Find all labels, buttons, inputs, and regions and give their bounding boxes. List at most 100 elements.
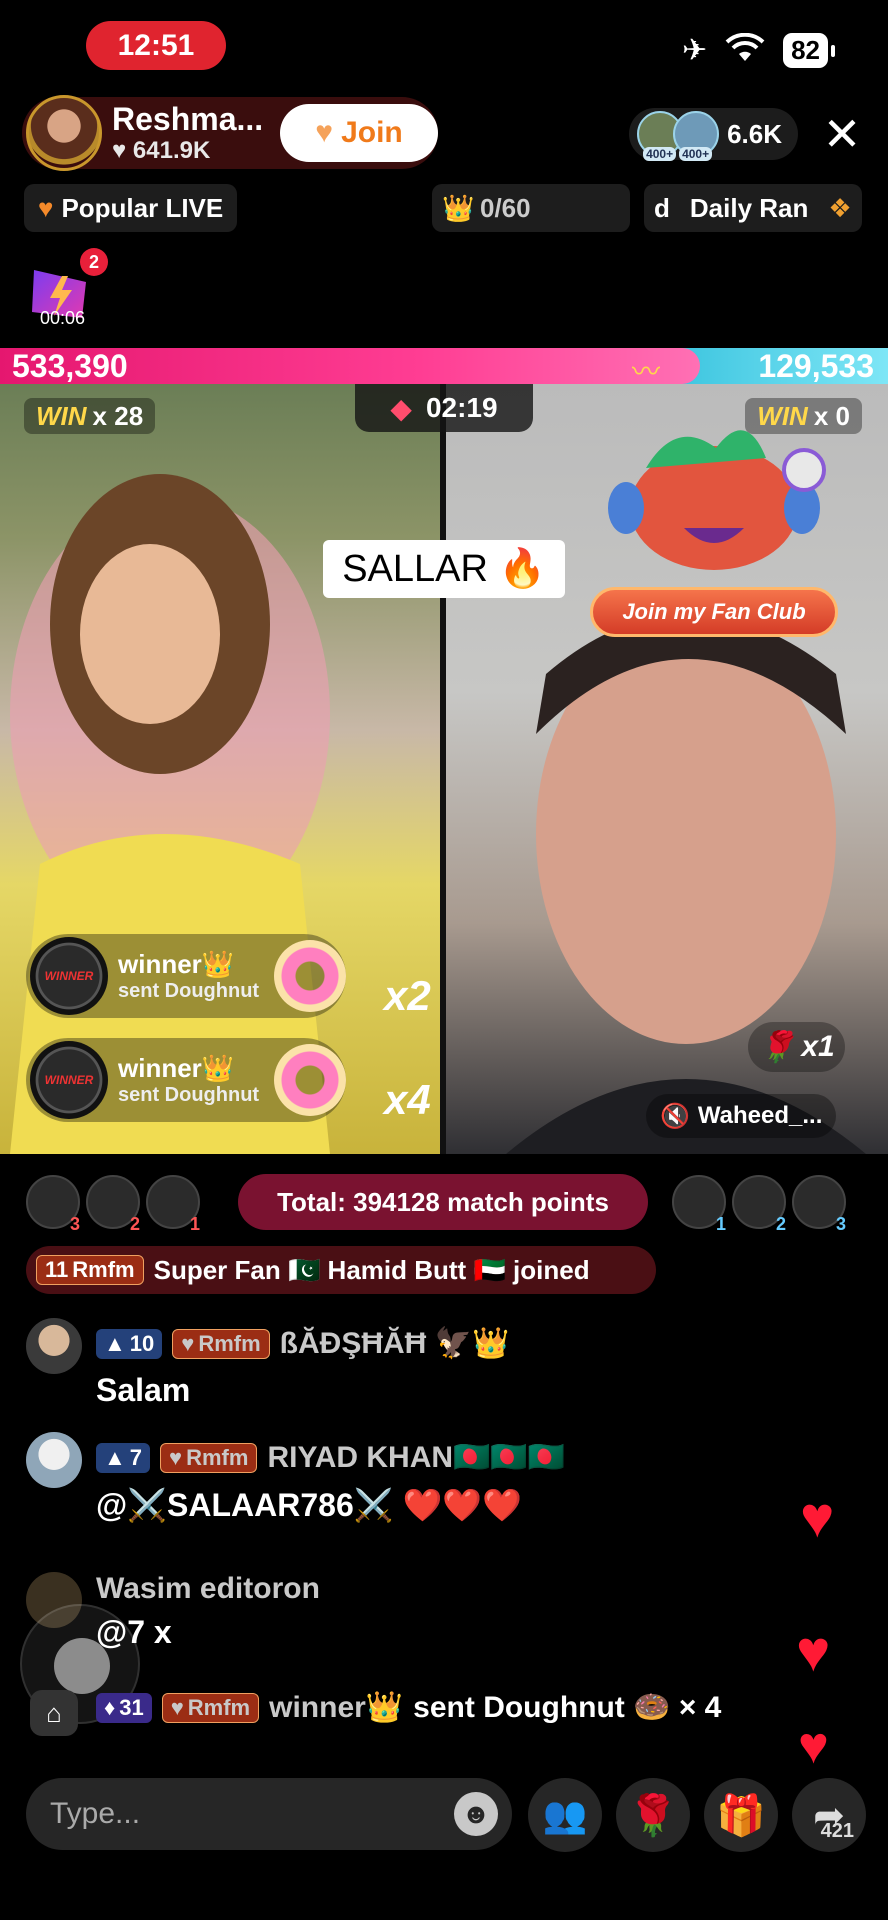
join-fan-club-button[interactable]: Join my Fan Club: [590, 587, 838, 637]
doughnut-icon: [274, 940, 346, 1012]
right-top-supporters: 1 2 3: [672, 1175, 846, 1234]
heart-plus-icon: ♥: [315, 116, 334, 149]
rank-number: 3: [835, 1214, 846, 1234]
supporter-avatar[interactable]: 2: [86, 1175, 140, 1234]
join-button[interactable]: ♥ Join: [280, 104, 438, 162]
level-number: 31: [119, 1694, 144, 1720]
fan-tag: Rmfm: [187, 1694, 251, 1720]
rank-number: 2: [775, 1214, 786, 1234]
chat-message[interactable]: ▲ 7 ♥ Rmfm RIYAD KHAN🇧🇩🇧🇩🇧🇩 @⚔️SALAAR786⚔️…: [26, 1432, 806, 1532]
status-time: 12:51: [86, 21, 226, 70]
gift-button[interactable]: 🎁: [704, 1778, 778, 1852]
fan-club-mascot-icon[interactable]: [596, 408, 832, 578]
gifter-avatar[interactable]: WINNER: [30, 1041, 108, 1119]
fan-badge: 11 Rmfm: [36, 1255, 144, 1285]
fan-badge: ♥ Rmfm: [172, 1328, 270, 1359]
level-badge: ▲ 7: [96, 1442, 151, 1473]
level-badge: ♦ 31: [96, 1692, 152, 1723]
viewer-badge: 400+: [679, 147, 713, 161]
gifter-avatar[interactable]: WINNER: [30, 937, 108, 1015]
join-label: Join: [341, 116, 403, 149]
rank-box[interactable]: 👑 0/60: [432, 184, 630, 232]
left-win-count: x 28: [92, 400, 144, 431]
gifter-name: winner👑: [118, 1053, 235, 1083]
heart-icon: ♥: [181, 1330, 195, 1356]
trophy-icon: ❖: [828, 192, 852, 223]
rank-number: 1: [715, 1214, 726, 1234]
floating-heart-icon: ♥: [800, 1485, 835, 1550]
supporter-avatar[interactable]: 3: [792, 1175, 846, 1234]
comment-input[interactable]: Type... ☻: [26, 1778, 512, 1850]
heart-icon: ♥: [170, 1694, 184, 1720]
gifter-name: winner👑: [118, 949, 235, 979]
viewers-list[interactable]: 400+ 400+ 6.6K: [629, 108, 798, 161]
host-avatar[interactable]: [26, 95, 102, 171]
chat-text: @⚔️SALAAR786⚔️ ❤️❤️❤️: [96, 1487, 523, 1523]
chat-text: sent Doughnut 🍩 × 4: [413, 1691, 722, 1724]
supporter-avatar[interactable]: 1: [672, 1175, 726, 1234]
rose-gift-counter: 🌹 x1: [748, 1022, 845, 1072]
host-bar[interactable]: Reshma... ♥ 641.9K ♥ Join: [22, 95, 438, 171]
streamer-label: SALLAR 🔥: [323, 540, 565, 598]
opponent-name-tag[interactable]: 🔇 Waheed_...: [646, 1094, 837, 1138]
host-name: Reshma...: [112, 101, 264, 137]
supporter-avatar[interactable]: 3: [26, 1175, 80, 1234]
battery-icon: 82: [783, 33, 835, 68]
triangle-icon: ▲: [104, 1330, 126, 1356]
battle-timer-value: 02:19: [425, 392, 498, 423]
gift-box-icon[interactable]: ⌂: [30, 1690, 78, 1736]
super-fan-joined-banner: 11 Rmfm Super Fan 🇵🇰 Hamid Butt 🇦🇪 joine…: [26, 1246, 656, 1294]
chat-avatar[interactable]: [26, 1432, 82, 1488]
multi-guest-button[interactable]: 👥: [528, 1778, 602, 1852]
chat-avatar[interactable]: [26, 1318, 82, 1374]
floating-heart-icon: ♥: [796, 1619, 831, 1684]
fan-tag: Rmfm: [72, 1257, 135, 1282]
daily-ranking-label: Daily Ran: [689, 192, 809, 223]
rose-gift-button[interactable]: 🌹: [616, 1778, 690, 1852]
status-icons: ✈ 82: [682, 32, 835, 68]
super-fan-text: Super Fan 🇵🇰 Hamid Butt 🇦🇪 joined: [153, 1254, 590, 1285]
people-icon: 👥: [542, 1794, 588, 1835]
floating-heart-icon: ♥: [798, 1717, 829, 1775]
battle-timer: ◆ 02:19: [355, 384, 533, 432]
chat-gift-message[interactable]: ♦ 31 ♥ Rmfm winner👑 sent Doughnut 🍩 × 4: [96, 1686, 816, 1736]
viewer-badge: 400+: [643, 147, 677, 161]
fan-badge: ♥ Rmfm: [161, 1692, 260, 1723]
viewers-count: 6.6K: [727, 118, 782, 149]
fan-level: 11: [45, 1257, 69, 1282]
wifi-icon: [725, 32, 765, 68]
heart-icon: ♥: [169, 1444, 183, 1470]
supporter-avatar[interactable]: 1: [146, 1175, 200, 1234]
rank-number: 2: [129, 1214, 140, 1234]
level-badge: ▲ 10: [96, 1328, 163, 1359]
gift-multiplier: x4: [384, 1076, 431, 1123]
chat-text: Salam: [96, 1372, 191, 1408]
left-top-supporters: 3 2 1: [26, 1175, 200, 1234]
rose-icon: 🌹: [628, 1793, 678, 1838]
crown-icon: 👑: [442, 192, 475, 223]
left-score: 533,390: [12, 348, 128, 384]
popular-live-button[interactable]: ♥ Popular LIVE: [24, 184, 238, 232]
chat-username[interactable]: Wasim editoron: [96, 1572, 320, 1606]
viewer-avatar[interactable]: 400+: [673, 111, 720, 161]
opponent-name: Waheed_...: [697, 1102, 823, 1129]
chat-message[interactable]: ▲ 10 ♥ Rmfm ßĂĐŞĦĂĦ 🦅👑 Salam: [26, 1318, 806, 1418]
chat-username[interactable]: winner👑: [269, 1690, 403, 1725]
gift-icon: 🎁: [716, 1793, 766, 1838]
emoji-icon[interactable]: ☻: [454, 1792, 498, 1836]
battle-icon: ◆: [390, 392, 412, 424]
level-number: 10: [129, 1330, 155, 1356]
gift-notification: WINNER winner👑 sent Doughnut: [26, 934, 346, 1018]
daily-ranking-button[interactable]: d Daily Ran ❖: [644, 184, 862, 232]
chat-username[interactable]: ßĂĐŞĦĂĦ 🦅👑: [280, 1326, 510, 1361]
daily-prefix: d: [654, 192, 670, 223]
close-icon[interactable]: ✕: [818, 110, 866, 158]
supporter-avatar[interactable]: 2: [732, 1175, 786, 1234]
gift-notification: WINNER winner👑 sent Doughnut: [26, 1038, 346, 1122]
gift-action: sent Doughnut: [118, 980, 260, 1002]
doughnut-icon: [274, 1044, 346, 1116]
chat-username[interactable]: RIYAD KHAN🇧🇩🇧🇩🇧🇩: [267, 1440, 565, 1475]
heart-icon: ♥: [38, 192, 54, 223]
rank-progress: 0/60: [480, 192, 531, 223]
host-likes: ♥ 641.9K: [112, 137, 211, 164]
